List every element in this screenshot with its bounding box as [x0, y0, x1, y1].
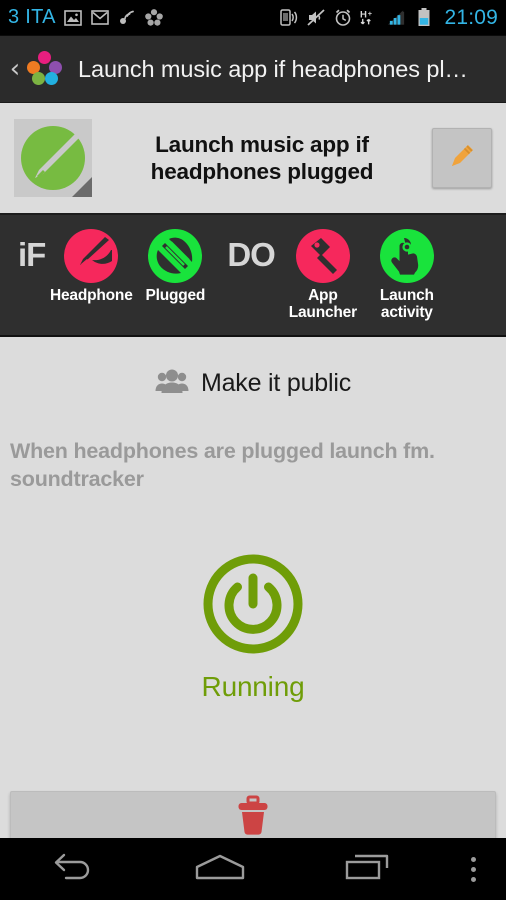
trash-icon: [234, 795, 272, 840]
battery-icon: [414, 8, 434, 28]
phone-screen: 3 ITA H + 21:09 ‹ Launch music app if he…: [0, 0, 506, 900]
action-node-app-launcher[interactable]: App Launcher: [281, 229, 365, 322]
action-label-line1: Launch: [379, 287, 434, 304]
delete-bar: [0, 791, 506, 843]
do-label: DO: [227, 236, 275, 273]
make-public-label: Make it public: [200, 369, 352, 397]
status-bar-right: H + 21:09: [279, 6, 498, 30]
action-node-launch-activity[interactable]: Launch activity: [365, 229, 449, 322]
edit-button[interactable]: [432, 128, 492, 188]
atooma-icon: [144, 8, 164, 28]
paintbrush-recipe-icon: [14, 119, 92, 197]
status-bar: 3 ITA H + 21:09: [0, 0, 506, 36]
overflow-menu-icon: [470, 856, 476, 882]
action-label-line1: App: [308, 287, 338, 304]
action-label-app-launcher: App Launcher: [281, 287, 365, 322]
action-label-line2: activity: [380, 304, 433, 322]
main-content: Make it public When headphones are plugg…: [0, 337, 506, 857]
headphone-icon: [64, 229, 119, 283]
action-label-line2: Launcher: [288, 304, 357, 322]
carrier-label: 3 ITA: [8, 6, 56, 28]
recipe-title-line1: Launch music app if: [155, 131, 369, 157]
page-title: Launch music app if headphones pl…: [78, 55, 468, 82]
back-icon: [50, 852, 96, 887]
nav-home-button[interactable]: [147, 838, 294, 900]
trigger-node-headphone[interactable]: Headphone: [49, 229, 133, 304]
back-navigation-button[interactable]: ‹: [6, 56, 24, 82]
nav-recents-button[interactable]: [293, 838, 440, 900]
atooma-logo[interactable]: [26, 51, 66, 87]
recipe-description: When headphones are plugged launch fm. s…: [10, 439, 435, 491]
recipe-header-card: Launch music app if headphones plugged: [0, 103, 506, 215]
condition-label-plugged: Plugged: [145, 287, 206, 304]
delete-button[interactable]: [10, 791, 496, 843]
gmail-icon: [90, 8, 110, 28]
sync-icon: [117, 8, 137, 28]
signal-bars-icon: [387, 8, 407, 28]
gallery-icon: [63, 8, 83, 28]
hplus-data-icon: H +: [360, 8, 380, 28]
corner-marker: [72, 177, 92, 197]
alarm-icon: [333, 8, 353, 28]
nav-overflow-button[interactable]: [440, 838, 506, 900]
trigger-label-headphone: Headphone: [50, 287, 133, 304]
pencil-icon: [444, 138, 480, 179]
recents-icon: [343, 852, 391, 887]
svg-text:H: H: [360, 10, 367, 21]
status-label: Running: [201, 670, 305, 702]
action-bar: ‹ Launch music app if headphones pl…: [0, 36, 506, 103]
recipe-flow-strip: iF Headphone Plugged DO App Launcher Lau…: [0, 215, 506, 337]
home-icon: [193, 852, 247, 887]
recipe-title: Launch music app if headphones plugged: [92, 131, 432, 186]
action-label-launch-activity: Launch activity: [365, 287, 449, 322]
nav-back-button[interactable]: [0, 838, 147, 900]
status-bar-left: 3 ITA: [8, 6, 164, 29]
recipe-title-line2: headphones plugged: [150, 159, 374, 184]
recipe-status[interactable]: Running: [0, 494, 506, 703]
if-label: iF: [18, 236, 46, 273]
svg-text:+: +: [368, 9, 372, 18]
condition-node-plugged[interactable]: Plugged: [133, 229, 217, 304]
vibrate-icon: [279, 8, 299, 28]
make-public-row[interactable]: Make it public: [0, 337, 506, 400]
tap-hand-icon: [379, 229, 434, 283]
rocket-launcher-icon: [295, 229, 350, 283]
plug-icon: [148, 229, 203, 283]
power-button-icon[interactable]: [201, 554, 305, 660]
clock-label: 21:09: [444, 5, 498, 29]
android-nav-bar: [0, 838, 506, 900]
mute-icon: [306, 8, 326, 28]
people-group-icon: [155, 367, 189, 400]
